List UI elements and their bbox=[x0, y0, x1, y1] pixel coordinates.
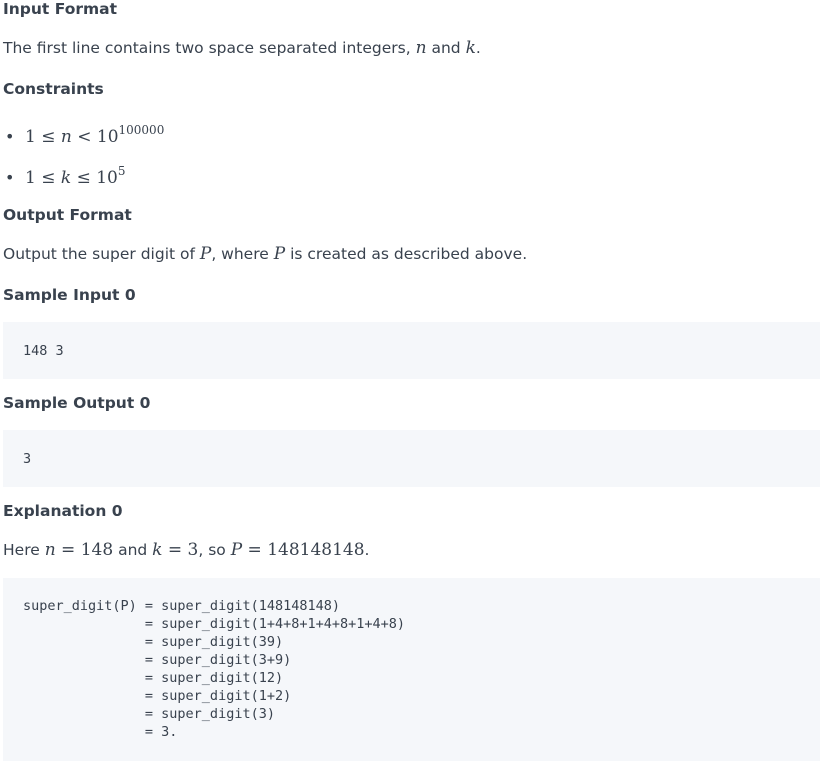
explanation-code-block: super_digit(P) = super_digit(148148148) … bbox=[3, 578, 820, 761]
input-format-text-before: The first line contains two space separa… bbox=[3, 39, 416, 57]
constraints-heading: Constraints bbox=[3, 80, 104, 98]
math-var-p: P bbox=[273, 244, 286, 264]
input-format-text: The first line contains two space separa… bbox=[3, 38, 481, 58]
math-expr-p: P = 148148148 bbox=[230, 540, 365, 560]
explanation-text: Here n = 148 and k = 3, so P = 148148148… bbox=[3, 540, 370, 560]
input-format-heading: Input Format bbox=[3, 0, 118, 18]
math-expr-k: k = 3 bbox=[152, 540, 199, 560]
math-expr-n: n = 148 bbox=[44, 540, 114, 560]
input-format-text-end: . bbox=[475, 39, 481, 57]
output-format-heading: Output Format bbox=[3, 206, 132, 224]
sample-input-code-block: 148 3 bbox=[3, 322, 820, 379]
bullet-icon: • bbox=[5, 127, 15, 146]
constraint-n-expr: 1 ≤ n < 10100000 bbox=[25, 123, 165, 147]
math-var-k: k bbox=[465, 38, 476, 58]
sample-output-code: 3 bbox=[23, 451, 32, 467]
math-var-p: P bbox=[199, 244, 212, 264]
sample-output-heading: Sample Output 0 bbox=[3, 394, 151, 412]
math-var-n: n bbox=[415, 38, 427, 58]
input-format-text-and: and bbox=[426, 39, 466, 57]
explanation-code: super_digit(P) = super_digit(148148148) … bbox=[23, 598, 406, 740]
sample-input-code: 148 3 bbox=[23, 343, 64, 359]
constraint-k-expr: 1 ≤ k ≤ 105 bbox=[25, 164, 126, 188]
output-format-text: Output the super digit of P, where P is … bbox=[3, 244, 528, 264]
sample-output-code-block: 3 bbox=[3, 430, 820, 487]
sample-input-heading: Sample Input 0 bbox=[3, 286, 136, 304]
bullet-icon: • bbox=[5, 168, 15, 187]
explanation-heading: Explanation 0 bbox=[3, 502, 123, 520]
constraint-item-n: • 1 ≤ n < 10100000 bbox=[3, 119, 164, 148]
constraint-item-k: • 1 ≤ k ≤ 105 bbox=[3, 160, 126, 189]
